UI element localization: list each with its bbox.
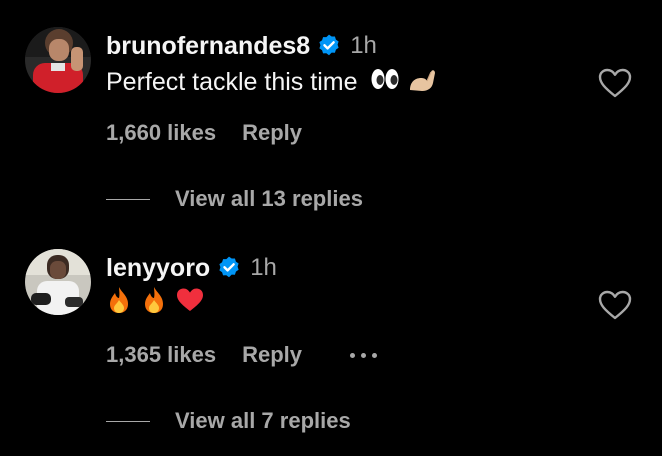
comment-header: lenyyoro 1h xyxy=(106,252,277,284)
fire-emoji xyxy=(141,286,167,322)
divider xyxy=(106,420,150,422)
comment-lenyyoro: lenyyoro 1h 1,365 likes Reply View all 7… xyxy=(0,228,662,456)
heart-outline-icon xyxy=(598,68,632,98)
flexed-biceps-emoji xyxy=(407,66,437,100)
comment-body: Perfect tackle this time xyxy=(106,68,358,96)
view-replies-button[interactable]: View all 7 replies xyxy=(106,408,351,434)
dot xyxy=(350,352,356,358)
divider xyxy=(106,198,150,200)
fire-emoji xyxy=(106,286,132,322)
username[interactable]: lenyyoro xyxy=(106,254,210,283)
avatar[interactable] xyxy=(25,27,91,93)
dot xyxy=(361,352,367,358)
avatar[interactable] xyxy=(25,249,91,315)
dot xyxy=(372,352,378,358)
verified-badge-icon xyxy=(316,33,342,59)
timestamp: 1h xyxy=(250,254,277,281)
reply-button[interactable]: Reply xyxy=(242,342,302,368)
likes-count[interactable]: 1,365 likes xyxy=(106,342,216,368)
timestamp: 1h xyxy=(350,32,377,59)
eyes-emoji xyxy=(370,67,400,99)
view-replies-button[interactable]: View all 13 replies xyxy=(106,186,363,212)
comment-actions: 1,365 likes Reply xyxy=(106,342,378,368)
red-heart-emoji xyxy=(176,287,204,321)
verified-badge-icon xyxy=(216,255,242,281)
reply-button[interactable]: Reply xyxy=(242,120,302,146)
view-replies-label: View all 13 replies xyxy=(175,186,363,211)
likes-count[interactable]: 1,660 likes xyxy=(106,120,216,146)
more-options-icon[interactable] xyxy=(350,344,378,366)
comment-actions: 1,660 likes Reply xyxy=(106,120,302,146)
like-button[interactable] xyxy=(598,68,632,98)
comment-text: Perfect tackle this time xyxy=(106,66,437,98)
comment-header: brunofernandes8 1h xyxy=(106,30,377,62)
username[interactable]: brunofernandes8 xyxy=(106,32,310,61)
view-replies-label: View all 7 replies xyxy=(175,408,351,433)
heart-outline-icon xyxy=(598,290,632,320)
comment-text xyxy=(106,286,204,318)
comment-brunofernandes8: brunofernandes8 1h Perfect tackle this t… xyxy=(0,0,662,228)
like-button[interactable] xyxy=(598,290,632,320)
